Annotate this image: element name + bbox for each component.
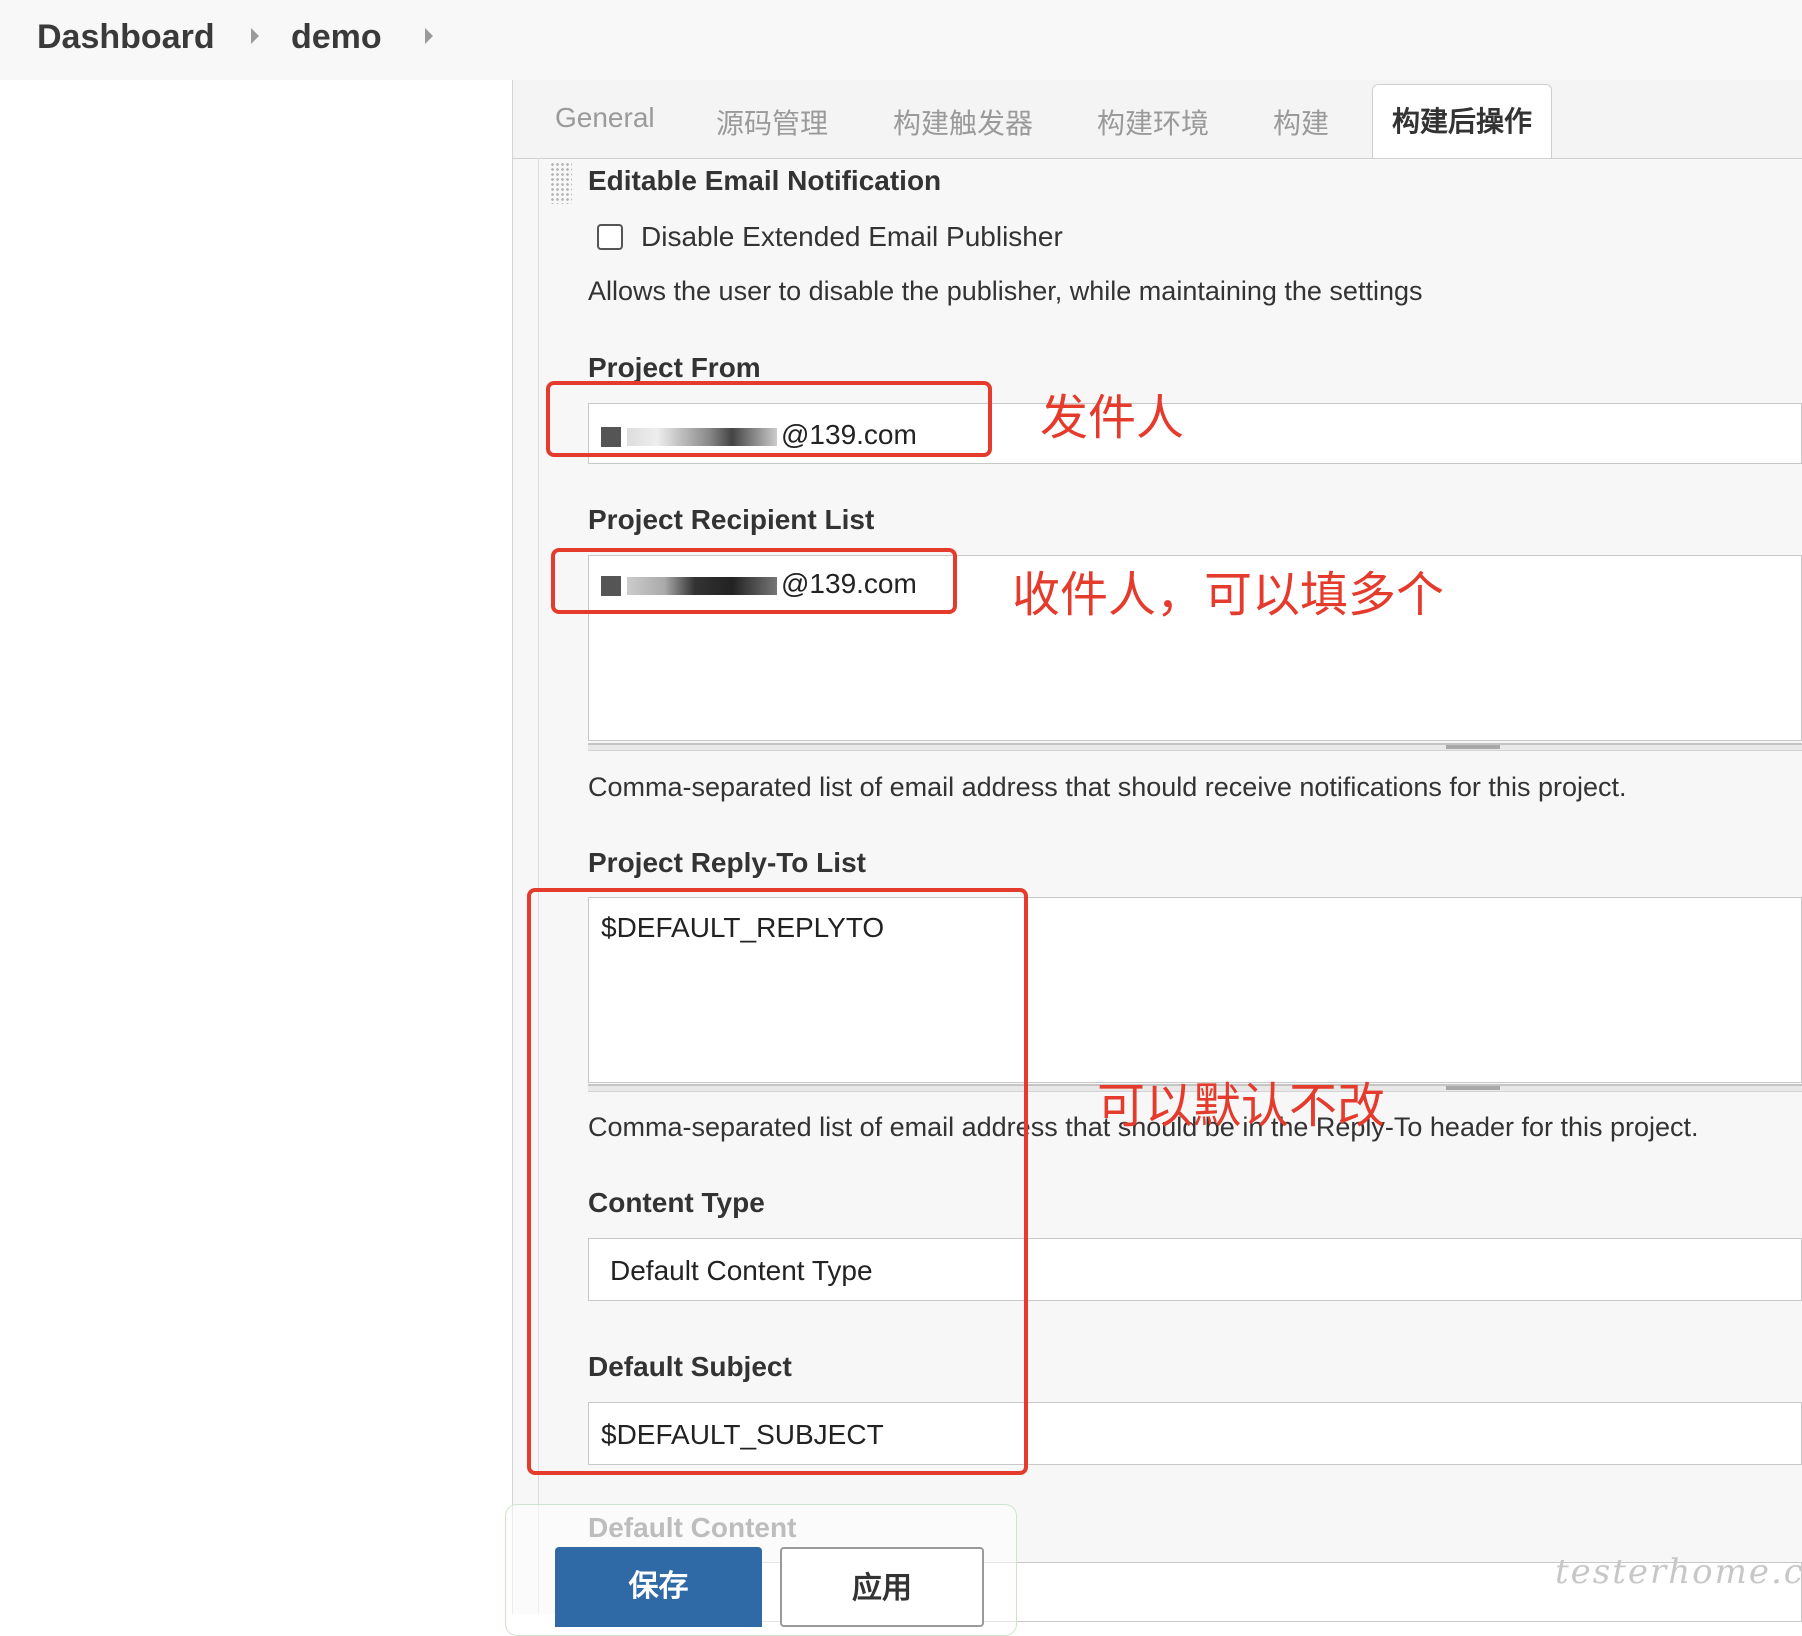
tab-general[interactable]: General bbox=[555, 102, 655, 134]
tab-build-triggers[interactable]: 构建触发器 bbox=[893, 102, 1033, 142]
tab-build[interactable]: 构建 bbox=[1273, 102, 1329, 142]
breadcrumb-bar bbox=[0, 0, 1802, 80]
disable-publisher-checkbox[interactable] bbox=[597, 224, 623, 250]
breadcrumb-chevron-icon[interactable] bbox=[251, 28, 259, 44]
drag-handle-icon[interactable] bbox=[550, 162, 572, 204]
section-title: Editable Email Notification bbox=[588, 165, 942, 196]
tab-post-build-actions[interactable]: 构建后操作 bbox=[1372, 84, 1552, 158]
resize-grip-icon[interactable] bbox=[1446, 1086, 1500, 1090]
annotation-recipient-note: 收件人，可以填多个 bbox=[1012, 567, 1445, 623]
project-from-label: Project From bbox=[588, 352, 761, 383]
disable-publisher-label[interactable]: Disable Extended Email Publisher bbox=[641, 221, 1063, 253]
textarea-resize-bar[interactable] bbox=[588, 743, 1802, 751]
annotation-box-from bbox=[546, 381, 992, 457]
watermark: testerhome.com bbox=[1555, 1552, 1802, 1592]
tab-source-control[interactable]: 源码管理 bbox=[716, 102, 828, 142]
default-content-label: Default Content bbox=[588, 1512, 797, 1543]
resize-grip-icon[interactable] bbox=[1446, 745, 1500, 749]
disable-publisher-description: Allows the user to disable the publisher… bbox=[588, 276, 1423, 306]
apply-button[interactable]: 应用 bbox=[780, 1547, 984, 1627]
breadcrumb-dashboard[interactable]: Dashboard bbox=[37, 18, 215, 57]
reply-to-label: Project Reply-To List bbox=[588, 847, 866, 878]
recipient-list-label: Project Recipient List bbox=[588, 504, 875, 535]
annotation-box-recipient bbox=[551, 548, 957, 614]
annotation-from-note: 发件人 bbox=[1040, 390, 1185, 446]
annotation-box-defaults bbox=[527, 888, 1028, 1475]
recipient-list-help: Comma-separated list of email address th… bbox=[588, 772, 1627, 802]
breadcrumb-job[interactable]: demo bbox=[291, 18, 382, 57]
annotation-default-note: 可以默认不改 bbox=[1097, 1078, 1386, 1134]
save-button[interactable]: 保存 bbox=[555, 1547, 762, 1627]
tab-build-environment[interactable]: 构建环境 bbox=[1097, 102, 1209, 142]
breadcrumb-chevron-icon[interactable] bbox=[425, 28, 433, 44]
